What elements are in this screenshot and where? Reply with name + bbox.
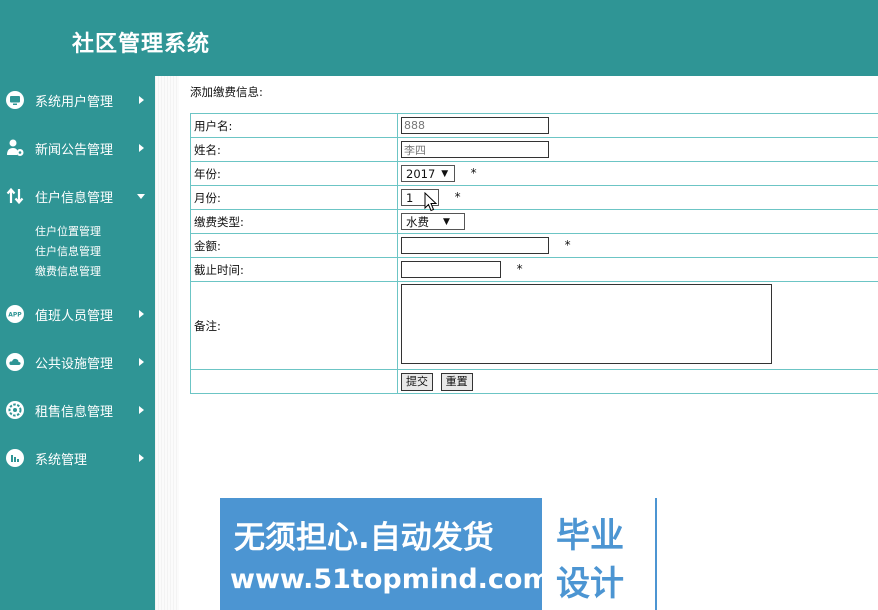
chevron-right-icon [139, 454, 144, 462]
banner-badge-line2: 设计 [556, 564, 624, 604]
sidebar-item-rental[interactable]: 租售信息管理 [0, 394, 155, 426]
form-row-type: 缴费类型: 水费 ▼ [190, 209, 878, 234]
dropdown-caret-icon: ▼ [441, 168, 449, 179]
deadline-input[interactable] [401, 261, 501, 278]
svg-text:APP: APP [8, 312, 22, 319]
submit-button[interactable]: 提交 [401, 372, 433, 391]
chevron-down-icon [137, 193, 145, 199]
transfer-arrows-icon [5, 186, 25, 206]
sidebar: 系统用户管理 新闻公告管理 住户信息管理 住户位置管理 住户信息管理 缴费信息管… [0, 76, 155, 610]
settings-gear-icon [5, 400, 25, 420]
sidebar-item-label: 公共设施管理 [35, 356, 114, 372]
sidebar-item-news[interactable]: 新闻公告管理 [0, 132, 155, 164]
month-label: 月份: [190, 185, 398, 210]
sidebar-item-residents[interactable]: 住户信息管理 [0, 180, 155, 212]
sidebar-item-facilities[interactable]: 公共设施管理 [0, 346, 155, 378]
banner-slogan: 无须担心.自动发货 [234, 520, 494, 556]
required-mark: * [470, 166, 477, 180]
required-mark: * [516, 262, 523, 276]
sidebar-item-duty-staff[interactable]: APP 值班人员管理 [0, 298, 155, 330]
form-row-deadline: 截止时间: * [190, 257, 878, 282]
ad-banner[interactable]: 无须担心.自动发货 www.51topmind.com 毕业 设计 [220, 498, 657, 610]
chevron-right-icon [139, 96, 144, 104]
form-row-remark: 备注: [190, 281, 878, 370]
username-input[interactable] [401, 117, 549, 134]
type-select-value: 水费 [406, 214, 429, 229]
year-select[interactable]: 2017 ▼ [401, 165, 455, 182]
sidebar-divider [155, 76, 179, 610]
remark-label: 备注: [190, 281, 398, 370]
required-mark: * [564, 238, 571, 252]
section-title: 添加缴费信息: [190, 85, 263, 99]
month-select-value: 1 [406, 190, 414, 205]
sidebar-item-label: 系统用户管理 [35, 94, 114, 110]
cloud-icon [5, 352, 25, 372]
username-label: 用户名: [190, 113, 398, 138]
submenu-item-resident-location[interactable]: 住户位置管理 [35, 223, 101, 239]
banner-badge-line1: 毕业 [556, 516, 624, 556]
year-label: 年份: [190, 161, 398, 186]
name-input[interactable] [401, 141, 549, 158]
app-badge-icon: APP [5, 304, 25, 324]
type-label: 缴费类型: [190, 209, 398, 234]
remark-textarea[interactable] [401, 284, 772, 364]
form-row-amount: 金额: * [190, 233, 878, 258]
submenu-item-resident-info[interactable]: 住户信息管理 [35, 243, 101, 259]
reset-button[interactable]: 重置 [440, 372, 473, 391]
required-mark: * [454, 190, 461, 204]
app-title: 社区管理系统 [72, 31, 211, 57]
amount-input[interactable] [401, 237, 549, 254]
sidebar-item-label: 租售信息管理 [35, 404, 114, 420]
sidebar-item-label: 新闻公告管理 [35, 142, 114, 158]
form-row-actions: 提交 重置 [190, 369, 878, 394]
submenu-item-payment-info[interactable]: 缴费信息管理 [35, 263, 101, 279]
sidebar-item-label: 值班人员管理 [35, 308, 114, 324]
chevron-right-icon [139, 144, 144, 152]
year-select-value: 2017 [406, 166, 436, 181]
sidebar-item-system[interactable]: 系统管理 [0, 442, 155, 474]
chevron-right-icon [139, 406, 144, 414]
sidebar-item-system-users[interactable]: 系统用户管理 [0, 84, 155, 116]
name-label: 姓名: [190, 137, 398, 162]
sidebar-item-label: 系统管理 [35, 452, 88, 468]
mouse-cursor-icon [424, 192, 438, 212]
deadline-label: 截止时间: [190, 257, 398, 282]
user-gear-icon [5, 138, 25, 158]
sidebar-item-label: 住户信息管理 [35, 190, 114, 206]
monitor-icon [5, 90, 25, 110]
form-row-name: 姓名: [190, 137, 878, 162]
top-header: 社区管理系统 [0, 0, 878, 76]
form-row-month: 月份: 1 * [190, 185, 878, 210]
chevron-right-icon [139, 358, 144, 366]
form-row-username: 用户名: [190, 113, 878, 138]
type-select[interactable]: 水费 ▼ [401, 213, 465, 230]
form-row-year: 年份: 2017 ▼ * [190, 161, 878, 186]
chevron-right-icon [139, 310, 144, 318]
banner-badge: 毕业 设计 [542, 498, 655, 610]
dropdown-caret-icon: ▼ [443, 216, 450, 227]
payment-form: 用户名: 姓名: 年份: 2017 ▼ * 月份: 1 * 缴费类型: 水费 [190, 113, 878, 394]
amount-label: 金额: [190, 233, 398, 258]
bar-chart-icon [5, 448, 25, 468]
banner-url: www.51topmind.com [230, 564, 551, 595]
